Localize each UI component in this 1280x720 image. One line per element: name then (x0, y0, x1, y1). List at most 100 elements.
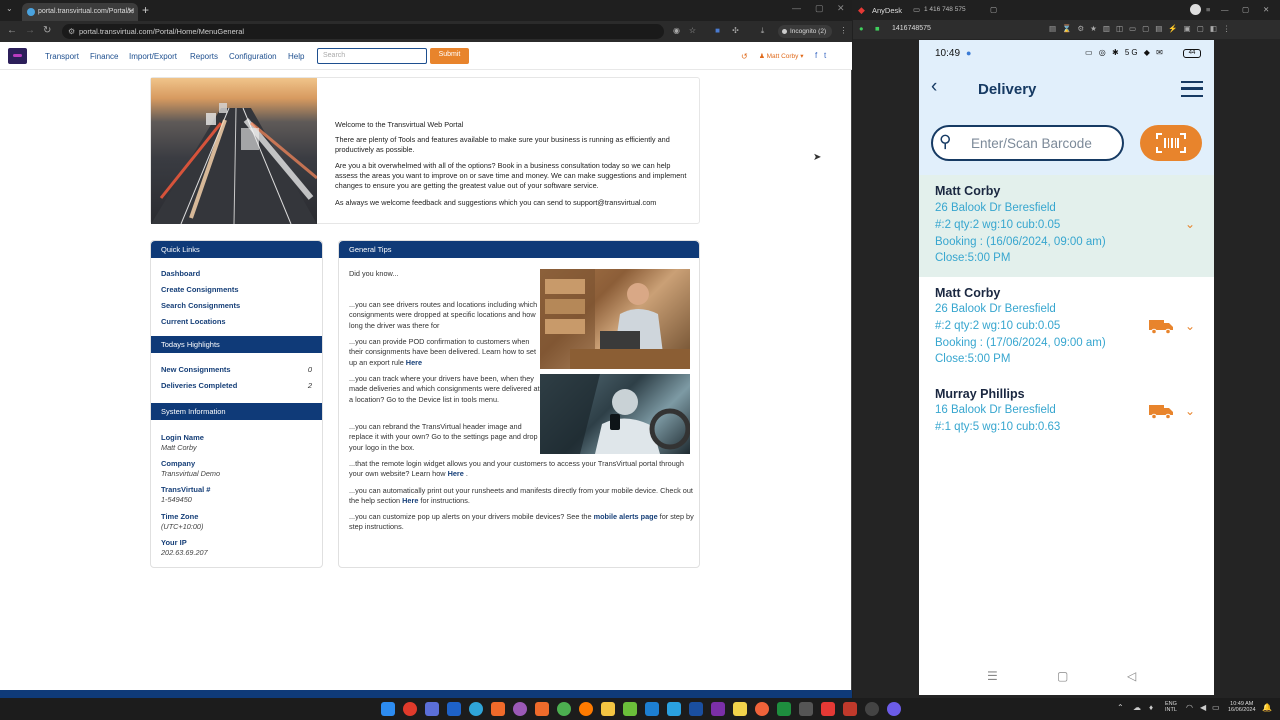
close-tab-icon[interactable]: ✕ (127, 7, 134, 16)
menu-icon[interactable]: ≡ (1206, 5, 1210, 14)
highlight-new-consignments[interactable]: New Consignments (161, 365, 231, 374)
maximize-icon[interactable]: ▢ (1242, 5, 1249, 14)
app-icon[interactable] (623, 702, 637, 716)
mobile-alerts-link[interactable]: mobile alerts page (594, 512, 658, 521)
twitter-icon[interactable]: t (824, 51, 826, 60)
tray-icon[interactable]: ☁ (1133, 703, 1141, 712)
onenote-icon[interactable] (711, 702, 725, 716)
toolbar-actions-icon[interactable]: ▤⌛⚙★▥◫▭▢▤⚡▣▢◧⋮ (1049, 24, 1236, 33)
app-icon[interactable] (799, 702, 813, 716)
app-icon[interactable] (645, 702, 659, 716)
new-tab-button[interactable]: + (142, 3, 149, 17)
back-arrow-icon[interactable]: ‹ (931, 76, 937, 98)
back-icon[interactable]: ← (7, 25, 17, 36)
link-search-consignments[interactable]: Search Consignments (161, 301, 240, 310)
nav-configuration[interactable]: Configuration (229, 52, 277, 61)
back-nav-icon[interactable]: ◁ (1127, 669, 1136, 683)
browser-tab[interactable]: portal.transvirtual.com/Portal/H ✕ (22, 3, 138, 21)
recents-icon[interactable]: ☰ (987, 669, 998, 683)
search-input[interactable]: Search (317, 48, 427, 64)
site-info-icon[interactable]: ⚙ (68, 27, 75, 36)
globe-icon: ● (966, 48, 972, 58)
app-icon[interactable] (491, 702, 505, 716)
tab-search-icon[interactable]: ⌄ (6, 4, 13, 13)
minimize-icon[interactable]: — (792, 3, 801, 13)
minimize-icon[interactable]: — (1221, 5, 1229, 14)
tray-chevron-icon[interactable]: ⌃ (1117, 703, 1124, 712)
omnibox[interactable]: ⚙ portal.transvirtual.com/Portal/Home/Me… (62, 24, 664, 39)
delivery-card[interactable]: Matt Corby 26 Balook Dr Beresfield #:2 q… (919, 175, 1214, 277)
tip-here-link[interactable]: Here (402, 496, 418, 505)
app-icon[interactable] (755, 702, 769, 716)
delivery-booking: Booking : (16/06/2024, 09:00 am) (935, 236, 1106, 248)
app-icon[interactable] (887, 702, 901, 716)
app-icon[interactable] (689, 702, 703, 716)
battery-tray-icon[interactable]: ▭ (1212, 703, 1220, 712)
si-value: Matt Corby (161, 443, 197, 452)
submit-button[interactable]: Submit (430, 48, 469, 64)
wifi-icon[interactable]: ◠ (1186, 703, 1193, 712)
sticky-notes-icon[interactable] (733, 702, 747, 716)
start-icon[interactable] (381, 702, 395, 716)
home-icon[interactable]: ▢ (1057, 669, 1068, 683)
nav-import-export[interactable]: Import/Export (129, 52, 177, 61)
bookmark-star-icon[interactable]: ☆ (688, 26, 697, 35)
user-menu[interactable]: ♟ Matt Corby ▾ (759, 52, 804, 60)
nav-help[interactable]: Help (288, 52, 304, 61)
close-icon[interactable]: ✕ (1263, 5, 1269, 14)
link-create-consignments[interactable]: Create Consignments (161, 285, 239, 294)
status-icons: ▭ ◎ ✱ 5G ◆ ✉ (1085, 48, 1165, 57)
tip-here-link[interactable]: Here (448, 469, 464, 478)
delivery-card[interactable]: Murray Phillips 16 Balook Dr Beresfield … (919, 377, 1214, 445)
history-icon[interactable]: ↺ (741, 52, 748, 61)
extensions-icon[interactable]: ✣ (731, 26, 740, 35)
tip-here-link[interactable]: Here (406, 358, 422, 367)
maximize-icon[interactable]: ▢ (815, 3, 824, 14)
reload-icon[interactable]: ↻ (43, 25, 51, 36)
scan-barcode-button[interactable] (1140, 125, 1202, 161)
forward-icon[interactable]: → (25, 25, 35, 36)
nav-transport[interactable]: Transport (45, 52, 79, 61)
nav-finance[interactable]: Finance (90, 52, 118, 61)
chevron-down-icon[interactable]: ⌄ (1185, 319, 1195, 333)
filezilla-icon[interactable] (843, 702, 857, 716)
menu-kebab-icon[interactable]: ⋮ (839, 26, 848, 35)
teams-icon[interactable] (425, 702, 439, 716)
eye-off-icon[interactable]: ◉ (672, 26, 681, 35)
nav-reports[interactable]: Reports (190, 52, 218, 61)
app-icon[interactable] (865, 702, 879, 716)
phone-status-bar: 10:49 ● ▭ ◎ ✱ 5G ◆ ✉ 44 (919, 40, 1214, 67)
chat-icon[interactable]: ▢ (990, 5, 997, 14)
highlight-deliveries-completed[interactable]: Deliveries Completed (161, 381, 237, 390)
app-icon[interactable] (667, 702, 681, 716)
incognito-badge[interactable]: Incognito (2) (778, 25, 833, 38)
edge-icon[interactable] (469, 702, 483, 716)
account-avatar[interactable] (1190, 4, 1201, 15)
notification-bell-icon[interactable]: 🔔 (1262, 703, 1272, 712)
extension-shield-icon[interactable]: ■ (713, 26, 722, 35)
tray-icon[interactable]: ♦ (1149, 703, 1153, 712)
link-dashboard[interactable]: Dashboard (161, 269, 200, 278)
facebook-icon[interactable]: f (815, 51, 817, 60)
anydesk-icon[interactable] (821, 702, 835, 716)
delivery-card[interactable]: Matt Corby 26 Balook Dr Beresfield #:2 q… (919, 277, 1214, 377)
chevron-down-icon[interactable]: ⌄ (1185, 404, 1195, 418)
close-window-icon[interactable]: ✕ (837, 3, 845, 14)
clock[interactable]: 10:49 AM 16/06/2024 (1228, 701, 1256, 713)
transvirtual-logo[interactable] (8, 48, 27, 64)
hamburger-menu-icon[interactable] (1181, 81, 1203, 97)
chrome-icon[interactable] (557, 702, 571, 716)
link-current-locations[interactable]: Current Locations (161, 317, 226, 326)
outlook-icon[interactable] (447, 702, 461, 716)
volume-icon[interactable]: ◀ (1200, 703, 1206, 712)
language-indicator[interactable]: ENG INTL (1165, 701, 1177, 713)
app-icon[interactable] (513, 702, 527, 716)
chevron-down-icon[interactable]: ⌄ (1185, 217, 1195, 231)
download-icon[interactable]: ⤓ (758, 26, 767, 35)
barcode-input[interactable]: ⚲ Enter/Scan Barcode (931, 125, 1124, 161)
firefox-icon[interactable] (579, 702, 593, 716)
file-explorer-icon[interactable] (601, 702, 615, 716)
opera-icon[interactable] (403, 702, 417, 716)
excel-icon[interactable] (777, 702, 791, 716)
brave-icon[interactable] (535, 702, 549, 716)
